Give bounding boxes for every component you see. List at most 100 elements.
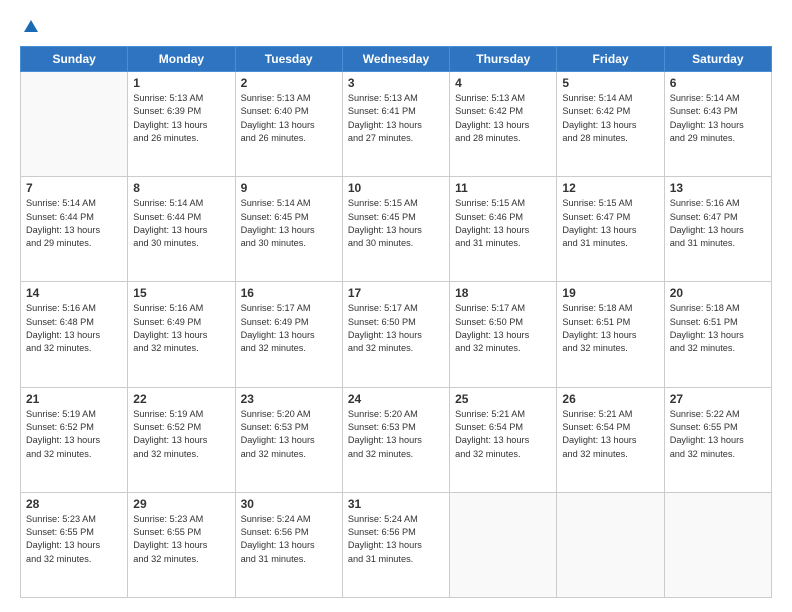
cell-info: Sunrise: 5:13 AMSunset: 6:42 PMDaylight:… xyxy=(455,92,551,145)
calendar-cell: 10 Sunrise: 5:15 AMSunset: 6:45 PMDayligh… xyxy=(342,177,449,282)
day-header-friday: Friday xyxy=(557,47,664,72)
calendar-cell: 22 Sunrise: 5:19 AMSunset: 6:52 PMDayligh… xyxy=(128,387,235,492)
calendar-cell: 21Sunrise: 5:19 AMSunset: 6:52 PMDayligh… xyxy=(21,387,128,492)
calendar-cell: 24 Sunrise: 5:20 AMSunset: 6:53 PMDayligh… xyxy=(342,387,449,492)
cell-info: Sunrise: 5:14 AMSunset: 6:44 PMDaylight:… xyxy=(26,197,122,250)
cell-info: Sunrise: 5:17 AMSunset: 6:50 PMDaylight:… xyxy=(348,302,444,355)
day-number: 30 xyxy=(241,497,337,511)
cell-info: Sunrise: 5:15 AMSunset: 6:47 PMDaylight:… xyxy=(562,197,658,250)
cell-info: Sunrise: 5:17 AMSunset: 6:49 PMDaylight:… xyxy=(241,302,337,355)
calendar-cell xyxy=(450,492,557,597)
cell-info: Sunrise: 5:13 AMSunset: 6:39 PMDaylight:… xyxy=(133,92,229,145)
calendar-table: SundayMondayTuesdayWednesdayThursdayFrid… xyxy=(20,46,772,598)
day-number: 14 xyxy=(26,286,122,300)
day-number: 25 xyxy=(455,392,551,406)
cell-info: Sunrise: 5:20 AMSunset: 6:53 PMDaylight:… xyxy=(241,408,337,461)
cell-info: Sunrise: 5:24 AMSunset: 6:56 PMDaylight:… xyxy=(348,513,444,566)
day-number: 8 xyxy=(133,181,229,195)
day-number: 27 xyxy=(670,392,766,406)
cell-info: Sunrise: 5:20 AMSunset: 6:53 PMDaylight:… xyxy=(348,408,444,461)
cell-info: Sunrise: 5:13 AMSunset: 6:40 PMDaylight:… xyxy=(241,92,337,145)
cell-info: Sunrise: 5:14 AMSunset: 6:43 PMDaylight:… xyxy=(670,92,766,145)
cell-info: Sunrise: 5:24 AMSunset: 6:56 PMDaylight:… xyxy=(241,513,337,566)
day-number: 2 xyxy=(241,76,337,90)
calendar-cell: 20 Sunrise: 5:18 AMSunset: 6:51 PMDayligh… xyxy=(664,282,771,387)
page: SundayMondayTuesdayWednesdayThursdayFrid… xyxy=(0,0,792,612)
cell-info: Sunrise: 5:18 AMSunset: 6:51 PMDaylight:… xyxy=(562,302,658,355)
calendar-cell: 31 Sunrise: 5:24 AMSunset: 6:56 PMDayligh… xyxy=(342,492,449,597)
cell-info: Sunrise: 5:14 AMSunset: 6:44 PMDaylight:… xyxy=(133,197,229,250)
cell-info: Sunrise: 5:15 AMSunset: 6:46 PMDaylight:… xyxy=(455,197,551,250)
calendar-cell: 28 Sunrise: 5:23 AMSunset: 6:55 PMDayligh… xyxy=(21,492,128,597)
calendar-cell: 25Sunrise: 5:21 AMSunset: 6:54 PMDayligh… xyxy=(450,387,557,492)
logo xyxy=(20,18,40,36)
day-number: 12 xyxy=(562,181,658,195)
calendar-cell xyxy=(21,72,128,177)
calendar-cell: 16 Sunrise: 5:17 AMSunset: 6:49 PMDayligh… xyxy=(235,282,342,387)
cell-info: Sunrise: 5:16 AMSunset: 6:47 PMDaylight:… xyxy=(670,197,766,250)
header xyxy=(20,18,772,36)
day-number: 31 xyxy=(348,497,444,511)
day-number: 9 xyxy=(241,181,337,195)
calendar-cell: 3 Sunrise: 5:13 AMSunset: 6:41 PMDaylight… xyxy=(342,72,449,177)
calendar-cell: 11 Sunrise: 5:15 AMSunset: 6:46 PMDayligh… xyxy=(450,177,557,282)
day-number: 4 xyxy=(455,76,551,90)
day-number: 29 xyxy=(133,497,229,511)
calendar-cell: 27 Sunrise: 5:22 AMSunset: 6:55 PMDayligh… xyxy=(664,387,771,492)
calendar-cell: 9Sunrise: 5:14 AMSunset: 6:45 PMDaylight… xyxy=(235,177,342,282)
day-number: 23 xyxy=(241,392,337,406)
cell-info: Sunrise: 5:16 AMSunset: 6:48 PMDaylight:… xyxy=(26,302,122,355)
day-number: 1 xyxy=(133,76,229,90)
cell-info: Sunrise: 5:22 AMSunset: 6:55 PMDaylight:… xyxy=(670,408,766,461)
calendar-cell: 4 Sunrise: 5:13 AMSunset: 6:42 PMDaylight… xyxy=(450,72,557,177)
day-number: 28 xyxy=(26,497,122,511)
cell-info: Sunrise: 5:21 AMSunset: 6:54 PMDaylight:… xyxy=(562,408,658,461)
day-number: 15 xyxy=(133,286,229,300)
calendar-cell: 12 Sunrise: 5:15 AMSunset: 6:47 PMDayligh… xyxy=(557,177,664,282)
cell-info: Sunrise: 5:18 AMSunset: 6:51 PMDaylight:… xyxy=(670,302,766,355)
calendar-cell: 19 Sunrise: 5:18 AMSunset: 6:51 PMDayligh… xyxy=(557,282,664,387)
day-number: 24 xyxy=(348,392,444,406)
calendar-cell: 17 Sunrise: 5:17 AMSunset: 6:50 PMDayligh… xyxy=(342,282,449,387)
calendar-cell: 26 Sunrise: 5:21 AMSunset: 6:54 PMDayligh… xyxy=(557,387,664,492)
day-number: 13 xyxy=(670,181,766,195)
calendar-cell: 29 Sunrise: 5:23 AMSunset: 6:55 PMDayligh… xyxy=(128,492,235,597)
day-number: 11 xyxy=(455,181,551,195)
day-header-saturday: Saturday xyxy=(664,47,771,72)
calendar-cell: 15Sunrise: 5:16 AMSunset: 6:49 PMDayligh… xyxy=(128,282,235,387)
day-header-wednesday: Wednesday xyxy=(342,47,449,72)
day-number: 6 xyxy=(670,76,766,90)
cell-info: Sunrise: 5:13 AMSunset: 6:41 PMDaylight:… xyxy=(348,92,444,145)
cell-info: Sunrise: 5:19 AMSunset: 6:52 PMDaylight:… xyxy=(26,408,122,461)
day-number: 26 xyxy=(562,392,658,406)
day-number: 5 xyxy=(562,76,658,90)
cell-info: Sunrise: 5:15 AMSunset: 6:45 PMDaylight:… xyxy=(348,197,444,250)
day-number: 20 xyxy=(670,286,766,300)
cell-info: Sunrise: 5:23 AMSunset: 6:55 PMDaylight:… xyxy=(133,513,229,566)
logo-icon xyxy=(22,18,40,36)
calendar-cell: 18 Sunrise: 5:17 AMSunset: 6:50 PMDayligh… xyxy=(450,282,557,387)
calendar-cell: 1 Sunrise: 5:13 AMSunset: 6:39 PMDaylight… xyxy=(128,72,235,177)
calendar-cell xyxy=(664,492,771,597)
cell-info: Sunrise: 5:19 AMSunset: 6:52 PMDaylight:… xyxy=(133,408,229,461)
calendar-cell xyxy=(557,492,664,597)
day-number: 17 xyxy=(348,286,444,300)
calendar-cell: 14 Sunrise: 5:16 AMSunset: 6:48 PMDayligh… xyxy=(21,282,128,387)
cell-info: Sunrise: 5:17 AMSunset: 6:50 PMDaylight:… xyxy=(455,302,551,355)
day-number: 19 xyxy=(562,286,658,300)
day-number: 16 xyxy=(241,286,337,300)
calendar-cell: 5Sunrise: 5:14 AMSunset: 6:42 PMDaylight… xyxy=(557,72,664,177)
day-number: 22 xyxy=(133,392,229,406)
calendar-cell: 7 Sunrise: 5:14 AMSunset: 6:44 PMDaylight… xyxy=(21,177,128,282)
cell-info: Sunrise: 5:23 AMSunset: 6:55 PMDaylight:… xyxy=(26,513,122,566)
day-number: 10 xyxy=(348,181,444,195)
calendar-cell: 2 Sunrise: 5:13 AMSunset: 6:40 PMDaylight… xyxy=(235,72,342,177)
day-header-thursday: Thursday xyxy=(450,47,557,72)
day-number: 7 xyxy=(26,181,122,195)
calendar-cell: 30 Sunrise: 5:24 AMSunset: 6:56 PMDayligh… xyxy=(235,492,342,597)
day-header-sunday: Sunday xyxy=(21,47,128,72)
day-number: 18 xyxy=(455,286,551,300)
calendar-cell: 23 Sunrise: 5:20 AMSunset: 6:53 PMDayligh… xyxy=(235,387,342,492)
day-number: 3 xyxy=(348,76,444,90)
day-header-monday: Monday xyxy=(128,47,235,72)
